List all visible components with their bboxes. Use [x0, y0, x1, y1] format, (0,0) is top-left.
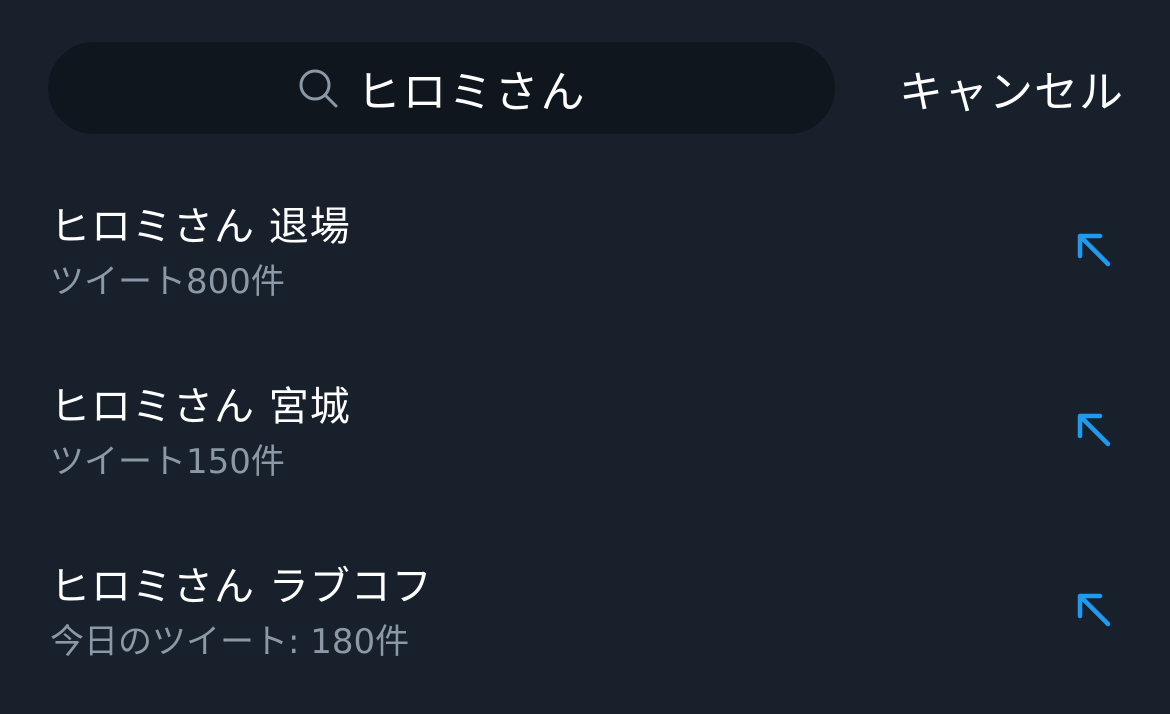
suggestion-list: ヒロミさん 退場 ツイート800件 ヒロミさん 宮城 ツイート150件 ヒロミさ…	[0, 180, 1170, 714]
search-input-content: ヒロミさん	[297, 56, 587, 120]
suggestion-item[interactable]: ヒロミさん ラブコフ 今日のツイート: 180件	[0, 540, 1170, 714]
arrow-up-left-icon[interactable]	[1070, 226, 1118, 274]
suggestion-tweet-count: ツイート150件	[50, 442, 285, 482]
search-query-text: ヒロミさん	[356, 67, 587, 118]
search-icon	[299, 69, 337, 108]
suggestion-title: ヒロミさん ラブコフ	[50, 564, 433, 610]
suggestion-tweet-count: ツイート800件	[50, 262, 285, 302]
search-bar: ヒロミさん キャンセル	[48, 42, 1170, 134]
suggestion-item[interactable]: ヒロミさん 退場 ツイート800件	[0, 180, 1170, 360]
search-input[interactable]: ヒロミさん	[48, 42, 835, 134]
suggestion-title: ヒロミさん 退場	[50, 204, 351, 250]
suggestion-title: ヒロミさん 宮城	[50, 384, 351, 430]
suggestion-item[interactable]: ヒロミさん 宮城 ツイート150件	[0, 360, 1170, 540]
cancel-button[interactable]: キャンセル	[884, 42, 1124, 134]
suggestion-tweet-count: 今日のツイート: 180件	[50, 622, 410, 662]
arrow-up-left-icon[interactable]	[1070, 586, 1118, 634]
arrow-up-left-icon[interactable]	[1070, 406, 1118, 454]
search-screen: ヒロミさん キャンセル ヒロミさん 退場 ツイート800件 ヒロミさん 宮城 ツ…	[0, 0, 1170, 714]
